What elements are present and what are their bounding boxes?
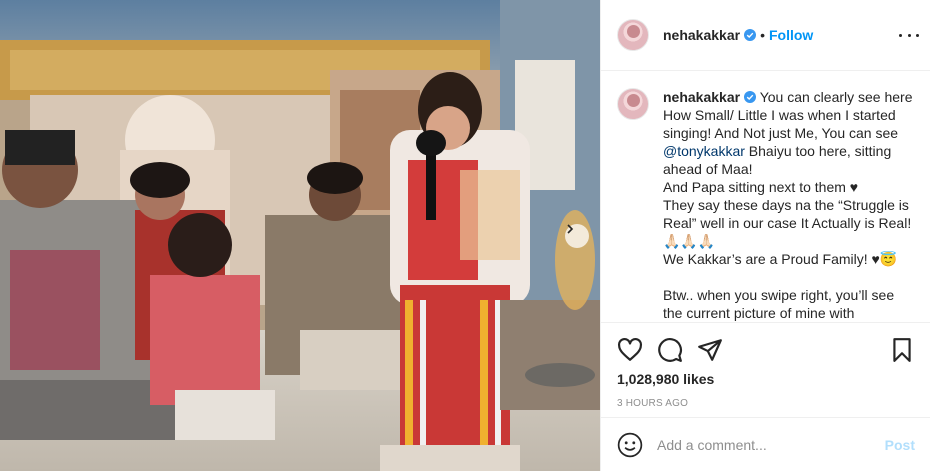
caption-line3: They say these days na the “Struggle is …	[663, 197, 912, 249]
caption-text: nehakakkar You can clearly see here How …	[663, 88, 915, 322]
likes-count[interactable]: 1,028,980 likes	[617, 371, 915, 387]
caption-line2: And Papa sitting next to them ♥	[663, 179, 859, 195]
emoji-icon[interactable]	[617, 432, 643, 458]
caption-line4: We Kakkar’s are a Proud Family! ♥😇	[663, 251, 898, 267]
post-timestamp[interactable]: 3 HOURS AGO	[617, 398, 915, 409]
photo-illustration	[0, 0, 600, 471]
caption-line5: Btw.. when you swipe right, you’ll see t…	[663, 287, 895, 321]
comment-input[interactable]	[657, 436, 885, 453]
follow-button[interactable]: Follow	[769, 27, 813, 43]
post-header: nehakakkar • Follow	[601, 0, 930, 71]
verified-badge-icon	[744, 91, 757, 103]
caption: nehakakkar You can clearly see here How …	[617, 88, 915, 322]
post-sidebar: nehakakkar • Follow nehakakkar You can c…	[600, 0, 930, 471]
action-icons	[617, 323, 915, 371]
post-image[interactable]	[0, 0, 600, 471]
bookmark-icon[interactable]	[889, 337, 915, 363]
verified-badge-icon	[744, 29, 757, 41]
caption-area: nehakakkar You can clearly see here How …	[601, 72, 930, 322]
chevron-right-icon	[567, 224, 574, 234]
more-dot-icon	[916, 33, 919, 37]
more-options-button[interactable]	[899, 26, 919, 44]
more-dot-icon	[907, 33, 911, 37]
more-dot-icon	[899, 33, 902, 37]
heart-icon[interactable]	[617, 337, 643, 363]
add-comment-bar: Post	[601, 417, 930, 471]
carousel-next-button[interactable]	[565, 224, 589, 248]
header-separator: •	[760, 27, 765, 43]
avatar[interactable]	[617, 19, 649, 51]
caption-avatar[interactable]	[617, 88, 649, 120]
caption-mention[interactable]: @tonykakkar	[663, 143, 745, 159]
comment-icon[interactable]	[657, 337, 683, 363]
share-icon[interactable]	[697, 337, 723, 363]
post-actions: 1,028,980 likes 3 HOURS AGO	[601, 322, 930, 417]
caption-username[interactable]: nehakakkar	[663, 89, 740, 105]
header-username[interactable]: nehakakkar	[663, 27, 740, 43]
post-comment-button[interactable]: Post	[885, 437, 915, 453]
